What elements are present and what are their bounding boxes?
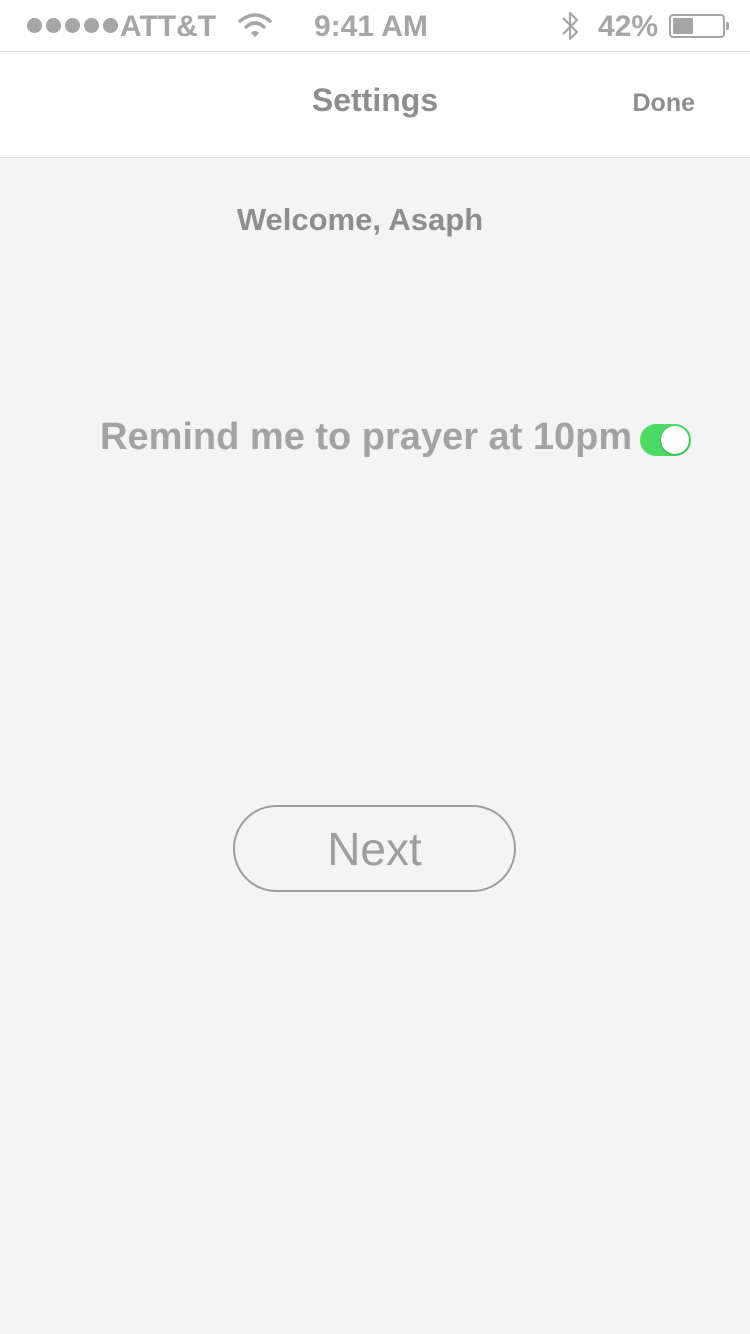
- signal-dot: [84, 18, 99, 33]
- signal-dot: [46, 18, 61, 33]
- reminder-toggle[interactable]: [640, 424, 691, 456]
- welcome-text: Welcome, Asaph: [236, 202, 484, 237]
- reminder-label: Remind me to prayer at 10pm: [100, 416, 633, 458]
- done-button[interactable]: Done: [633, 89, 696, 118]
- signal-dot: [103, 18, 118, 33]
- toggle-knob: [661, 426, 689, 454]
- status-time: 9:41 AM: [314, 10, 428, 43]
- bluetooth-icon: [562, 11, 579, 41]
- battery-percent: 42%: [598, 10, 659, 43]
- status-bar: ATT&T 9:41 AM 42%: [0, 0, 750, 52]
- reminder-setting-row: Remind me to prayer at 10pm: [100, 412, 700, 468]
- battery-fill: [673, 18, 693, 34]
- next-button[interactable]: Next: [233, 805, 516, 892]
- wifi-icon: [238, 13, 272, 37]
- battery-icon: [669, 14, 729, 38]
- signal-dot: [65, 18, 80, 33]
- battery-nub: [726, 22, 729, 30]
- signal-dot: [27, 18, 42, 33]
- navigation-bar: Settings Done: [0, 52, 750, 158]
- carrier-name: ATT&T: [120, 10, 217, 43]
- signal-strength-icon: [27, 18, 118, 33]
